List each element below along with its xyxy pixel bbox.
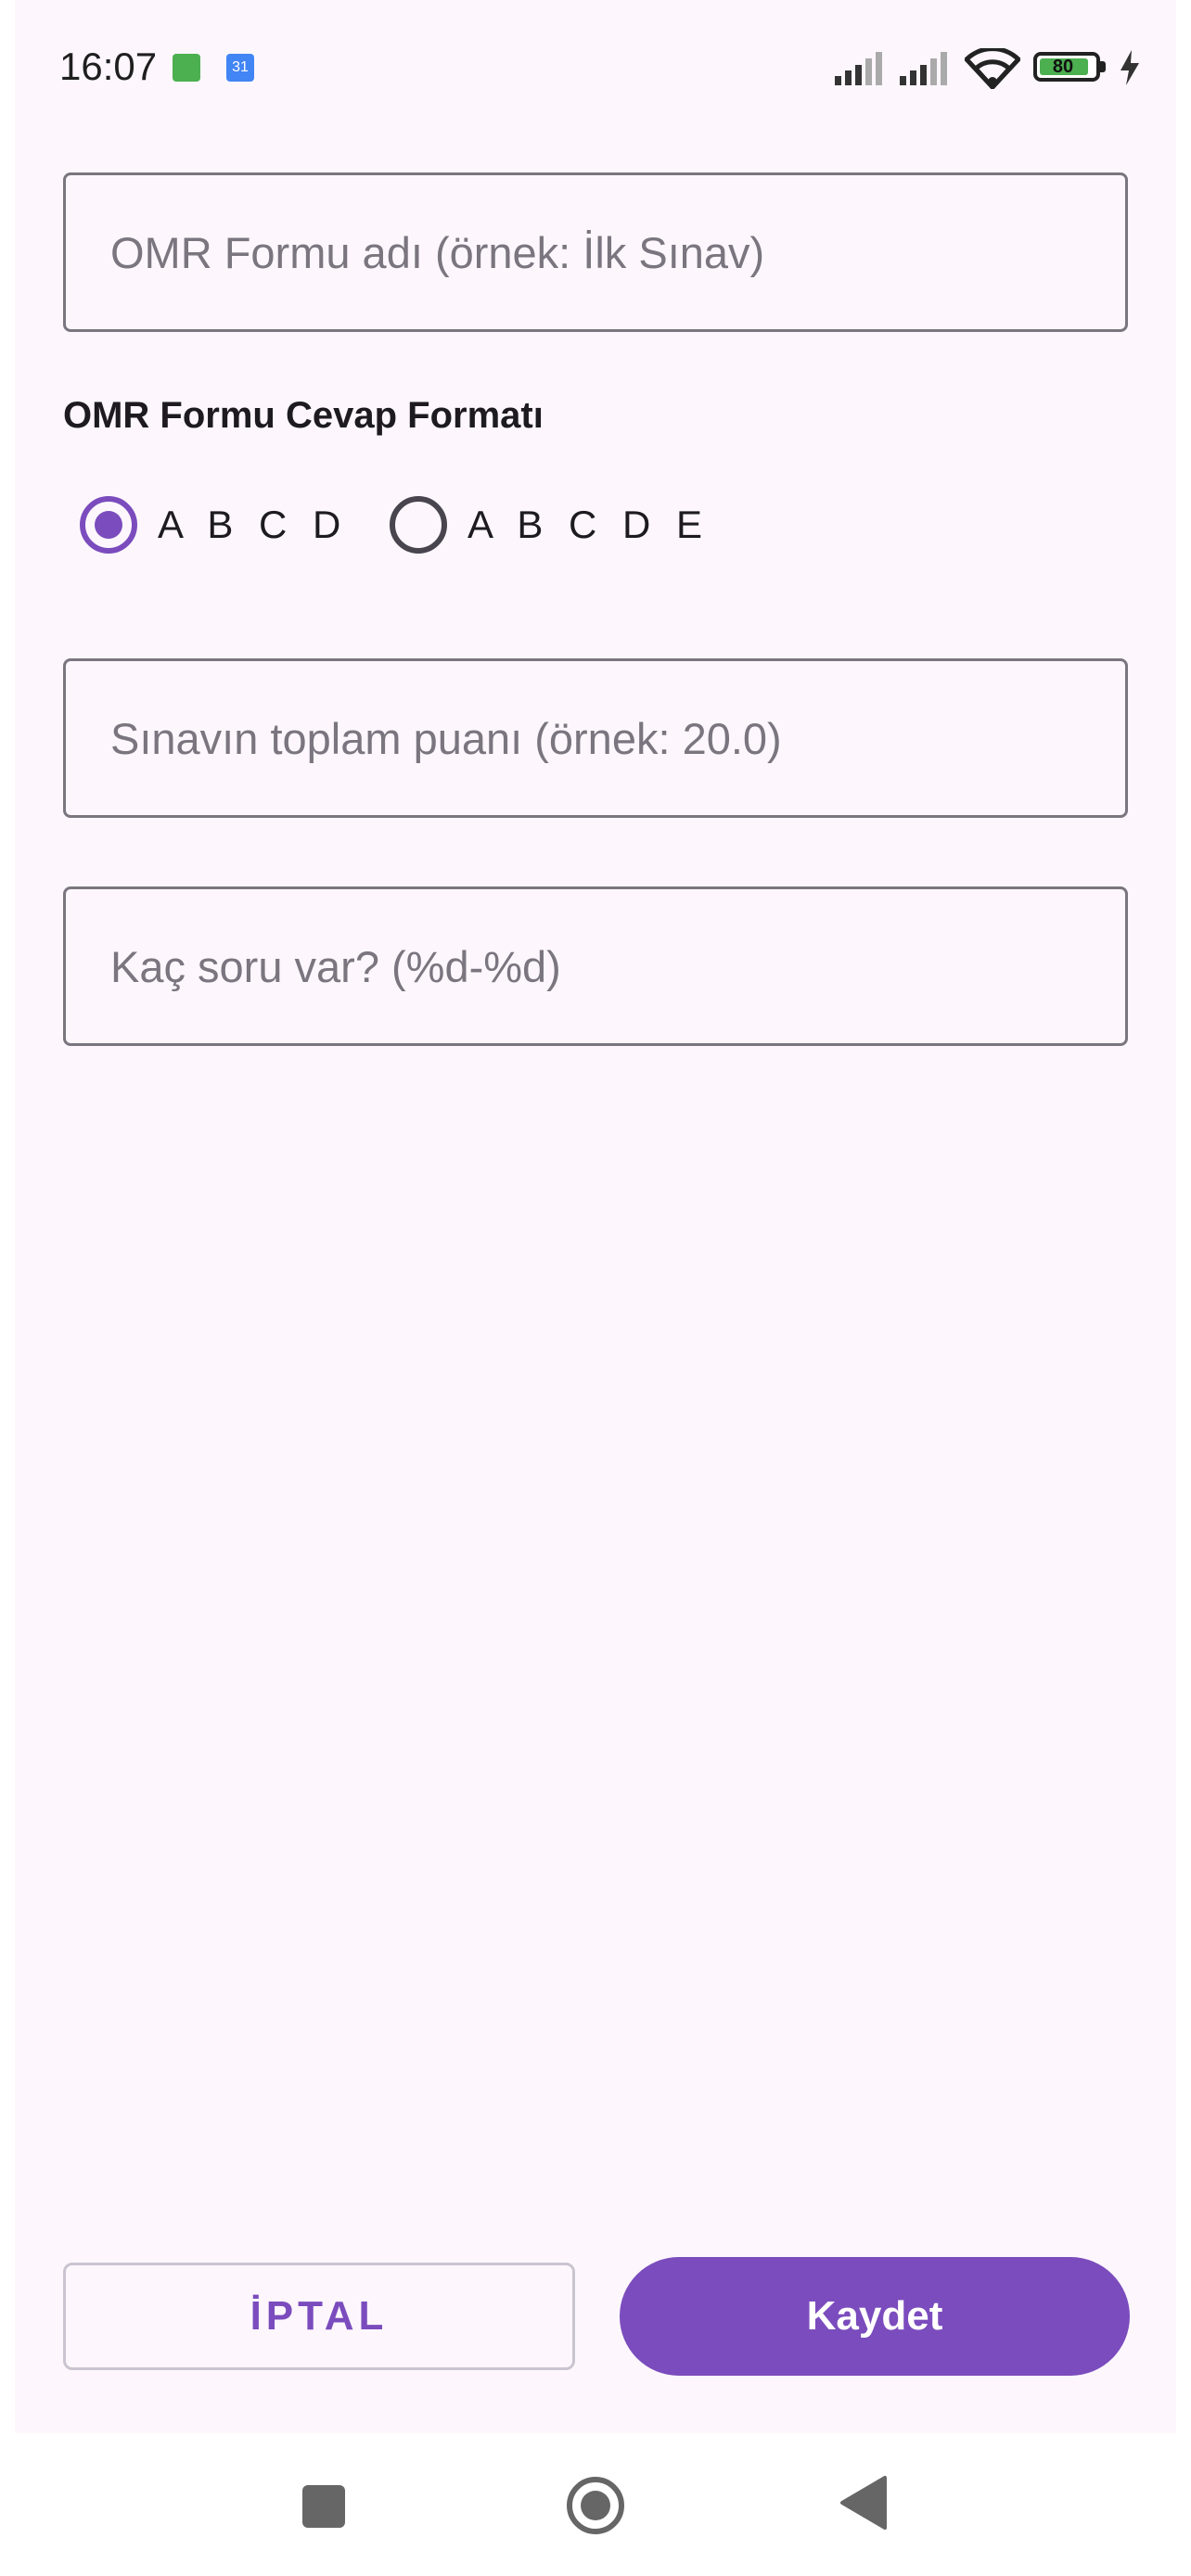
battery-tip (1100, 61, 1106, 72)
navigation-bar (0, 2433, 1191, 2576)
form-name-placeholder: OMR Formu adı (örnek: İlk Sınav) (110, 227, 765, 277)
form-name-input[interactable]: OMR Formu adı (örnek: İlk Sınav) (63, 172, 1128, 332)
status-bar: 16:07 31 80 (15, 0, 1176, 139)
charging-bolt-icon (1121, 50, 1139, 85)
radio-option-label: A B C D E (467, 503, 711, 546)
android-notification-icon (173, 54, 200, 82)
signal-icon (835, 52, 882, 85)
status-time: 16:07 (59, 45, 158, 88)
radio-option-abcd[interactable]: A B C D (80, 490, 348, 560)
cancel-button[interactable]: İPTAL (63, 2263, 575, 2370)
calendar-icon: 31 (226, 54, 254, 82)
question-count-input[interactable]: Kaç soru var? (%d-%d) (63, 886, 1128, 1046)
home-circle-icon[interactable] (564, 2474, 627, 2537)
radio-option-label: A B C D (158, 503, 349, 546)
wifi-icon (965, 48, 1020, 89)
total-score-input[interactable]: Sınavın toplam puanı (örnek: 20.0) (63, 658, 1128, 818)
battery-icon: 80 (1033, 52, 1100, 82)
answer-format-label: OMR Formu Cevap Formatı (63, 395, 544, 436)
back-triangle-icon[interactable] (839, 2474, 889, 2531)
radio-unchecked-icon (390, 496, 447, 554)
question-count-placeholder: Kaç soru var? (%d-%d) (110, 941, 561, 991)
total-score-placeholder: Sınavın toplam puanı (örnek: 20.0) (110, 713, 782, 763)
battery-level: 80 (1052, 57, 1074, 77)
signal-icon (900, 52, 947, 85)
recents-square-icon[interactable] (302, 2485, 345, 2528)
radio-checked-icon (80, 496, 137, 554)
save-button[interactable]: Kaydet (620, 2257, 1130, 2376)
screen: 16:07 31 80 OMR Formu adı (örnek: İlk Sı… (15, 0, 1176, 2576)
radio-option-abcde[interactable]: A B C D E (390, 490, 710, 560)
